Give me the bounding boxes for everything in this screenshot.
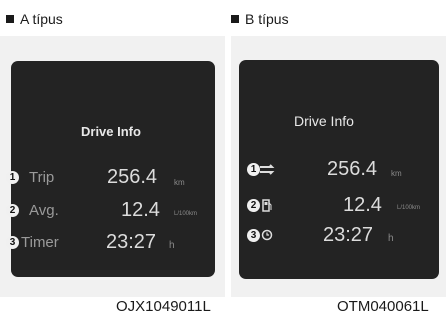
avg-value: 12.4 xyxy=(121,199,160,221)
timer-unit: h xyxy=(169,240,175,251)
trip-unit: km xyxy=(174,178,185,187)
panel-a-row-trip: 1 Trip 256.4 km xyxy=(6,166,215,190)
callout-3-icon: 3 xyxy=(6,236,19,249)
square-bullet-icon xyxy=(231,15,239,23)
avg-unit: L/100km xyxy=(397,205,421,211)
timer-value: 23:27 xyxy=(106,231,157,253)
trip-label: Trip xyxy=(29,169,55,186)
timer-label: Timer xyxy=(21,234,59,251)
trip-unit: km xyxy=(391,169,402,178)
avg-label: Avg. xyxy=(29,202,59,219)
panel-b-figure-code: OTM040061L xyxy=(337,298,429,315)
avg-value: 12.4 xyxy=(343,194,382,216)
callout-1-icon: 1 xyxy=(6,171,19,184)
panel-a-figure-code: OJX1049011L xyxy=(116,298,211,315)
trip-value: 256.4 xyxy=(327,158,378,180)
panel-a-caption-text: A típus xyxy=(20,11,63,27)
clock-icon xyxy=(261,229,273,241)
callout-1-icon: 1 xyxy=(247,163,260,176)
panel-a-row-timer: 3 Timer 23:27 h xyxy=(6,231,215,255)
panel-b-cluster-screen: Drive Info 1 256.4 km 2 12.4 L/100km 3 2… xyxy=(239,60,439,279)
panel-b-screen-title: Drive Info xyxy=(294,113,354,129)
callout-2-icon: 2 xyxy=(247,199,260,212)
fuel-pump-icon xyxy=(262,199,272,212)
timer-unit: h xyxy=(388,233,394,244)
panel-b-row-timer: 3 23:27 h xyxy=(239,224,439,248)
panel-a-caption: A típus xyxy=(6,11,63,27)
panel-b-row-avg: 2 12.4 L/100km xyxy=(239,194,439,218)
panel-b-caption: B típus xyxy=(231,11,289,27)
trip-distance-icon xyxy=(260,164,275,175)
square-bullet-icon xyxy=(6,15,14,23)
panel-a-cluster-screen: Drive Info 1 Trip 256.4 km 2 Avg. 12.4 L… xyxy=(6,61,215,277)
trip-value: 256.4 xyxy=(107,166,158,188)
avg-unit: L/100km xyxy=(174,211,198,217)
callout-2-icon: 2 xyxy=(6,204,19,217)
panel-b-row-trip: 1 256.4 km xyxy=(239,158,439,182)
panel-a-screen-title: Drive Info xyxy=(81,124,141,139)
panel-b-caption-text: B típus xyxy=(245,11,289,27)
panel-a-row-avg: 2 Avg. 12.4 L/100km xyxy=(6,199,215,223)
timer-value: 23:27 xyxy=(323,224,374,246)
callout-3-icon: 3 xyxy=(247,229,260,242)
